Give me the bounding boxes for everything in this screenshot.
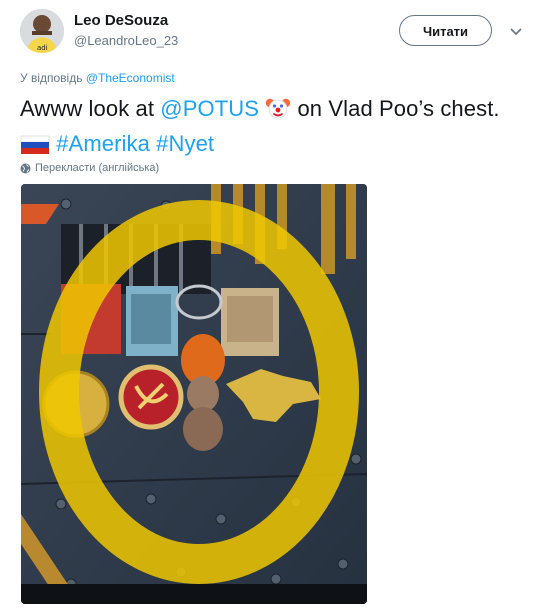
reply-prefix: У відповідь bbox=[20, 71, 86, 85]
hashtag-nyet-link[interactable]: #Nyet bbox=[156, 131, 214, 156]
reply-handle-link[interactable]: @TheEconomist bbox=[86, 71, 175, 85]
tweet-text: Awww look at @POTUS on Vlad Poo’s chest.… bbox=[20, 93, 520, 163]
clown-face-emoji bbox=[265, 94, 291, 128]
author-display-name[interactable]: Leo DeSouza bbox=[74, 12, 168, 29]
follow-button[interactable]: Читати bbox=[399, 15, 492, 46]
chevron-down-icon[interactable] bbox=[509, 24, 523, 38]
author-username[interactable]: @LeandroLeo_23 bbox=[74, 33, 178, 48]
hashtag-amerika-link[interactable]: #Amerika bbox=[56, 131, 150, 156]
translate-link[interactable]: Перекласти (англійська) bbox=[20, 162, 159, 174]
tweet-text-part2: on Vlad Poo’s chest. bbox=[291, 96, 500, 121]
translate-label: Перекласти (англійська) bbox=[35, 162, 160, 174]
avatar[interactable]: adi bbox=[20, 9, 64, 53]
tweet-text-part1: Awww look at bbox=[20, 96, 161, 121]
globe-icon bbox=[20, 163, 31, 173]
mention-link[interactable]: @POTUS bbox=[160, 96, 259, 121]
reply-context: У відповідь @TheEconomist bbox=[20, 71, 175, 85]
svg-text:adi: adi bbox=[37, 44, 48, 52]
russia-flag-emoji bbox=[20, 132, 50, 163]
tweet-image[interactable] bbox=[21, 184, 367, 604]
